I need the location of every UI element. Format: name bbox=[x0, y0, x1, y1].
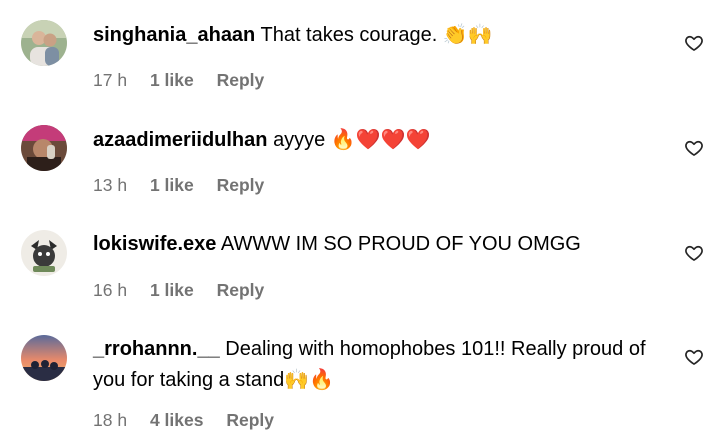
comment-text: singhania_ahaan That takes courage. 👏🙌 bbox=[93, 19, 668, 50]
avatar[interactable] bbox=[21, 335, 67, 381]
comment-text: lokiswife.exe AWWW IM SO PROUD OF YOU OM… bbox=[93, 229, 668, 259]
comment-meta: 17 h 1 like Reply bbox=[93, 68, 264, 92]
heart-outline-icon[interactable] bbox=[684, 243, 704, 263]
heart-outline-icon[interactable] bbox=[684, 138, 704, 158]
comment-meta: 18 h 4 likes Reply bbox=[93, 408, 274, 432]
comment-likes[interactable]: 4 likes bbox=[150, 408, 204, 432]
comment-meta: 13 h 1 like Reply bbox=[93, 173, 264, 197]
reply-button[interactable]: Reply bbox=[217, 68, 265, 92]
comment-text: _rrohannn.__ Dealing with homophobes 101… bbox=[93, 334, 668, 395]
comment-body: ayyye bbox=[273, 129, 326, 151]
reply-button[interactable]: Reply bbox=[226, 408, 274, 432]
comment-username[interactable]: _rrohannn.__ bbox=[93, 338, 220, 360]
comment-username[interactable]: azaadimeriidulhan bbox=[93, 129, 268, 151]
comment-time: 16 h bbox=[93, 280, 128, 300]
heart-outline-icon[interactable] bbox=[684, 33, 704, 53]
comment-body: AWWW IM SO PROUD OF YOU OMGG bbox=[220, 233, 581, 255]
comment-username[interactable]: lokiswife.exe bbox=[93, 233, 216, 255]
avatar[interactable] bbox=[21, 125, 67, 171]
heart-outline-icon[interactable] bbox=[684, 347, 704, 367]
comment-likes[interactable]: 1 like bbox=[150, 68, 194, 92]
avatar[interactable] bbox=[21, 20, 67, 66]
comment-emoji: 🔥❤️❤️❤️ bbox=[330, 127, 431, 151]
comment-emoji: 🙌🔥 bbox=[284, 367, 335, 391]
comment-text: azaadimeriidulhan ayyye 🔥❤️❤️❤️ bbox=[93, 124, 668, 155]
comment-likes[interactable]: 1 like bbox=[150, 278, 194, 302]
comment-emoji: 👏🙌 bbox=[442, 22, 493, 46]
reply-button[interactable]: Reply bbox=[217, 278, 265, 302]
comment-time: 13 h bbox=[93, 175, 128, 195]
comment-time: 18 h bbox=[93, 410, 128, 430]
avatar[interactable] bbox=[21, 230, 67, 276]
comment-likes[interactable]: 1 like bbox=[150, 173, 194, 197]
comment-time: 17 h bbox=[93, 70, 128, 90]
reply-button[interactable]: Reply bbox=[217, 173, 265, 197]
comment-meta: 16 h 1 like Reply bbox=[93, 278, 264, 302]
comment-username[interactable]: singhania_ahaan bbox=[93, 24, 255, 46]
comment-body: That takes courage. bbox=[260, 24, 438, 46]
